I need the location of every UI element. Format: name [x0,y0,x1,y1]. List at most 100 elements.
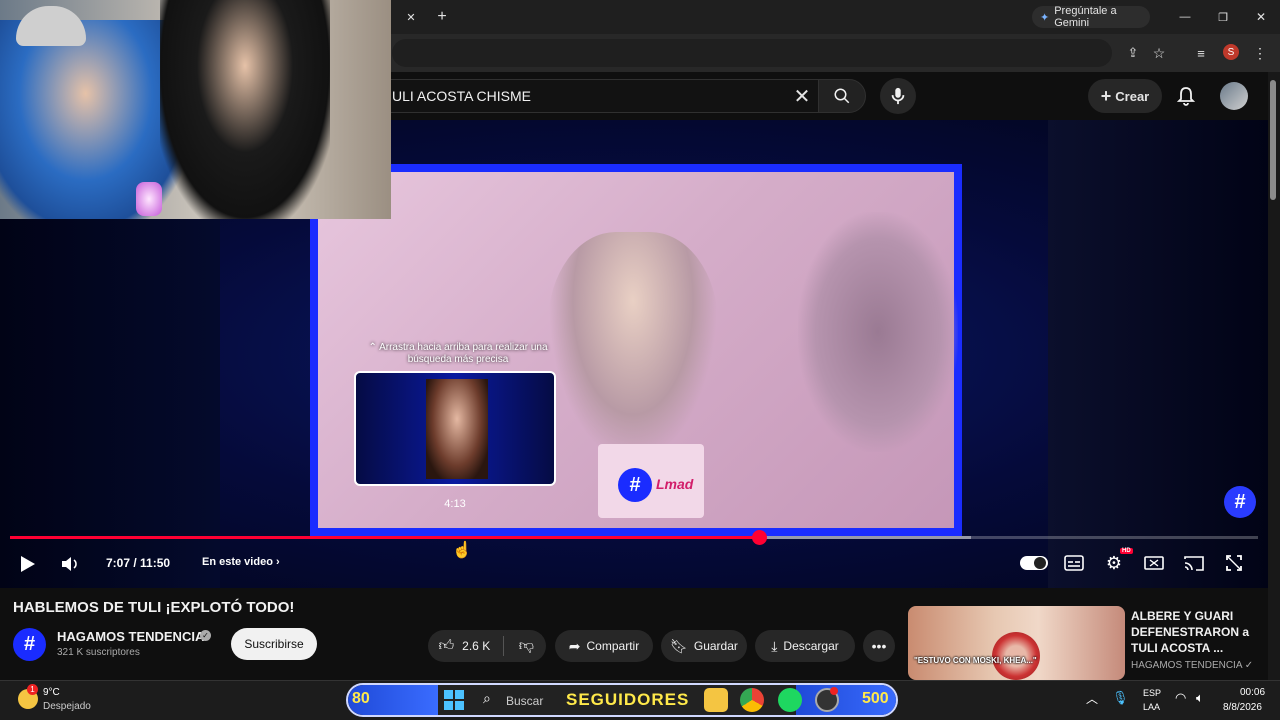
gear-icon: ⚙ [1105,552,1123,573]
keyboard-language[interactable]: ESP [1143,688,1161,698]
bell-icon [1177,87,1195,106]
new-tab-button[interactable]: + [432,8,452,26]
create-button[interactable]: + Crear [1088,79,1162,113]
account-avatar[interactable] [1220,82,1248,110]
ask-gemini-button[interactable]: ✦ Pregúntale a Gemini [1032,5,1150,29]
maximize-window-button[interactable]: ❐ [1214,8,1232,26]
minimize-window-button[interactable]: — [1176,8,1194,26]
settings-button[interactable]: ⚙ [1102,552,1126,574]
tray-microphone-icon[interactable]: 🎙︎ [1112,690,1129,706]
search-icon [834,88,850,104]
clock-time[interactable]: 00:06 [1240,687,1265,698]
channel-avatar[interactable]: # [13,628,46,661]
notifications-button[interactable] [1172,82,1200,110]
download-button[interactable]: ⤓ Descargar [755,630,855,662]
thumbnail-caption: "ESTUVO CON MOSKI, KHEA..." [914,656,1037,665]
plus-icon: + [1100,85,1112,106]
recommended-video-channel[interactable]: HAGAMOS TENDENCIA ✓ [1131,660,1253,671]
install-app-icon[interactable]: ⇪ [1124,44,1142,62]
clear-search-icon[interactable]: ✕ [790,84,814,108]
overlay-label: SEGUIDORES [566,690,690,709]
volume-icon [62,557,77,571]
bookmark-icon: 🔖︎ [670,637,688,654]
share-button[interactable]: ➦ Compartir [555,630,653,662]
dislike-button[interactable]: 👎︎ [507,637,546,655]
taskbar-search-input[interactable]: Buscar [506,694,543,708]
search-button[interactable] [818,79,866,113]
chapters-label: En este video [202,556,273,568]
like-count: 2.6 K [462,639,491,653]
weather-temperature: 9°C [43,687,60,698]
progress-scrubber[interactable] [752,530,767,545]
drag-hint-text: ⌃ Arrastra hacia arriba para realizar un… [368,342,548,365]
chapters-button[interactable]: En este video › [202,556,280,568]
channel-logo-in-video: # [618,468,652,502]
close-window-button[interactable]: ✕ [1252,8,1270,26]
scrollbar-thumb[interactable] [1270,80,1276,200]
close-tab-icon[interactable]: ✕ [402,8,420,26]
chrome-icon[interactable] [740,688,764,712]
clock-date[interactable]: 8/8/2026 [1223,702,1262,713]
blurred-side-right [1048,120,1268,588]
like-button[interactable]: 👍︎ 2.6 K [428,637,501,655]
keyboard-layout[interactable]: LAA [1143,702,1160,712]
chevron-right-icon: › [275,556,280,568]
media-controls-icon[interactable]: ≡ [1192,44,1210,62]
hd-badge: HD [1120,548,1133,554]
time-display: 7:07 / 11:50 [106,556,171,570]
fullscreen-button[interactable] [1222,552,1246,574]
voice-search-button[interactable] [880,78,916,114]
seek-preview-thumbnail [354,371,556,486]
theater-mode-button[interactable] [1142,552,1166,574]
more-actions-button[interactable]: ••• [863,630,895,662]
share-label: Compartir [586,639,640,653]
recording-indicator [830,687,838,695]
channel-name[interactable]: HAGAMOS TENDENCIA [57,629,204,644]
wifi-icon[interactable]: ◠ [1175,690,1186,706]
gemini-icon: ✦ [1040,11,1050,24]
windows-start-icon[interactable] [444,690,464,710]
speaker-icon[interactable]: 🔈︎ [1196,690,1204,706]
gemini-label: Pregúntale a Gemini [1054,5,1117,29]
browser-menu-icon[interactable]: ⋮ [1252,44,1268,62]
save-button[interactable]: 🔖︎ Guardar [661,630,747,662]
share-icon: ➦ [568,637,581,654]
recommended-video-title[interactable]: ALBERE Y GUARI DEFENESTRARON a TULI ACOS… [1131,608,1261,656]
channel-watermark-icon[interactable]: # [1224,486,1256,518]
address-bar[interactable] [392,39,1112,67]
overlay-goal-count: 500 [862,690,889,707]
profile-avatar[interactable]: S [1223,44,1239,60]
subtitles-icon [1064,555,1084,571]
subscriber-count: 321 K suscriptores [57,647,140,658]
search-query-text: ULI ACOSTA CHISME [392,88,531,104]
subscribe-button[interactable]: Suscribirse [231,628,317,660]
microphone-icon [891,87,905,105]
preview-image [426,379,488,479]
tray-chevron-up-icon[interactable]: ︿ [1086,690,1098,707]
weather-description: Despejado [43,701,91,712]
download-icon: ⤓ [771,637,778,654]
overlay-current-count: 80 [352,690,370,707]
video-plant [798,212,958,452]
webcam-beanie [16,6,86,46]
taskbar-search-icon[interactable]: ⌕ [483,690,491,707]
cast-button[interactable] [1182,552,1206,574]
mouse-cursor-icon: ☝ [452,542,472,559]
theater-icon [1144,556,1164,570]
progress-bar-played [10,536,759,539]
verified-check-icon: ✓ [1244,660,1254,671]
subtitles-button[interactable] [1062,552,1086,574]
more-icon: ••• [871,638,887,654]
fullscreen-icon [1226,555,1242,571]
autoplay-toggle-knob [1034,557,1046,569]
download-label: Descargar [783,639,839,653]
volume-button[interactable] [56,552,84,576]
recommended-video-thumbnail[interactable]: "ESTUVO CON MOSKI, KHEA..." [908,606,1125,680]
bookmark-star-icon[interactable]: ☆ [1150,44,1168,62]
spotify-icon[interactable] [778,688,802,712]
file-explorer-icon[interactable] [704,688,728,712]
create-label: Crear [1115,88,1150,104]
webcam-lamp [136,182,162,216]
play-button[interactable] [14,552,42,576]
cast-icon [1184,556,1204,571]
